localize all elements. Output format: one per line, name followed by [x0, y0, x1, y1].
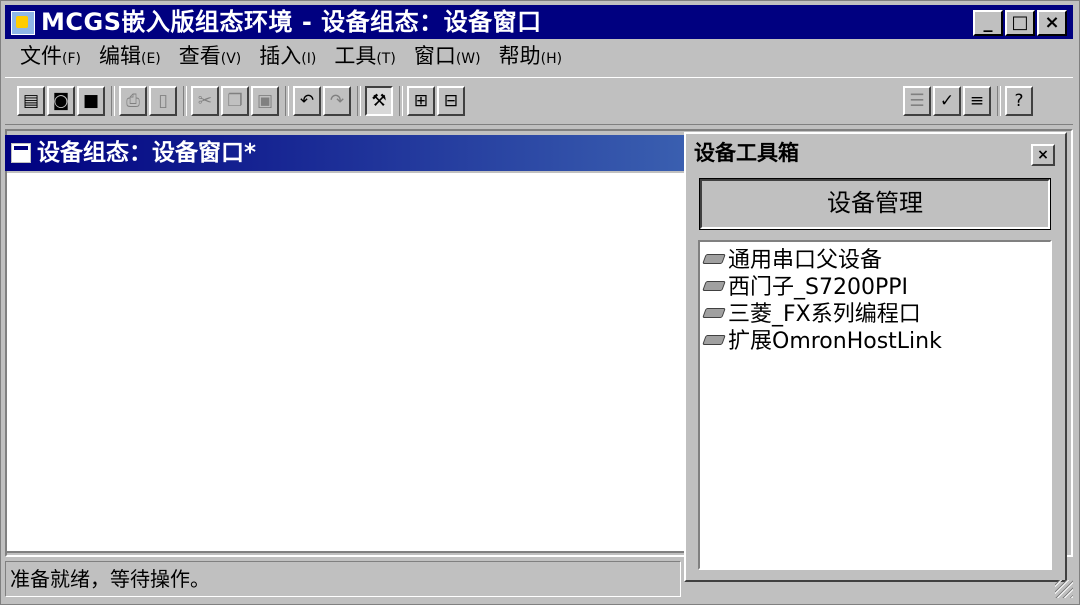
redo-icon[interactable]: ↷ [323, 86, 351, 116]
device-tree2-icon[interactable]: ⊟ [437, 86, 465, 116]
menu-insert[interactable]: 插入(I) [250, 41, 325, 71]
menu-file[interactable]: 文件(F) [11, 41, 90, 71]
paste-icon[interactable]: ▣ [251, 86, 279, 116]
device-item[interactable]: 西门子_S7200PPI [702, 271, 908, 300]
toolbar-separator [357, 86, 361, 116]
toolbar: ▤ ◙ ■ ⎙ ▯ ✂ ❐ ▣ ↶ ↷ ⚒ ⊞ ⊟ ☰ ✓ ≡ ? [5, 77, 1073, 125]
print-icon[interactable]: ⎙ [119, 86, 147, 116]
toolbar-separator [183, 86, 187, 116]
properties-icon[interactable]: ☰ [903, 86, 931, 116]
device-manage-button[interactable]: 设备管理 [699, 178, 1051, 230]
device-icon [702, 332, 726, 346]
app-icon[interactable] [11, 11, 35, 35]
status-bar: 准备就绪，等待操作。 [5, 561, 681, 597]
print-preview-icon[interactable]: ▯ [149, 86, 177, 116]
device-window-titlebar[interactable]: 设备组态：设备窗口* [5, 135, 685, 171]
window-title: MCGS嵌入版组态环境 - 设备组态：设备窗口 [41, 8, 542, 36]
device-list: 通用串口父设备 西门子_S7200PPI 三菱_FX系列编程口 扩展OmronH… [698, 240, 1052, 570]
save-icon[interactable]: ■ [77, 86, 105, 116]
device-icon [702, 278, 726, 292]
device-icon [702, 251, 726, 265]
menu-tools[interactable]: 工具(T) [325, 41, 404, 71]
device-window-title: 设备组态：设备窗口* [37, 140, 257, 166]
compile-icon[interactable]: ≡ [963, 86, 991, 116]
device-item[interactable]: 通用串口父设备 [702, 244, 882, 273]
child-window-icon[interactable] [11, 143, 31, 163]
device-item[interactable]: 三菱_FX系列编程口 [702, 298, 921, 327]
undo-icon[interactable]: ↶ [293, 86, 321, 116]
status-text: 准备就绪，等待操作。 [10, 567, 210, 591]
toolbar-separator [997, 86, 1001, 116]
copy-icon[interactable]: ❐ [221, 86, 249, 116]
toolbar-separator [111, 86, 115, 116]
close-button[interactable]: × [1037, 10, 1067, 36]
tools-icon[interactable]: ⚒ [365, 86, 393, 116]
check-icon[interactable]: ✓ [933, 86, 961, 116]
resize-grip[interactable] [1055, 580, 1073, 598]
device-icon [702, 305, 726, 319]
device-toolbox-panel: 设备工具箱 × 设备管理 通用串口父设备 西门子_S7200PPI 三菱_FX系… [684, 132, 1067, 582]
window-controls: _ □ × [973, 10, 1067, 36]
device-tree-icon[interactable]: ⊞ [407, 86, 435, 116]
new-icon[interactable]: ▤ [17, 86, 45, 116]
open-icon[interactable]: ◙ [47, 86, 75, 116]
title-bar[interactable]: MCGS嵌入版组态环境 - 设备组态：设备窗口 _ □ × [5, 5, 1073, 39]
help-icon[interactable]: ? [1005, 86, 1033, 116]
menu-view[interactable]: 查看(V) [170, 41, 251, 71]
toolbox-close-button[interactable]: × [1031, 144, 1055, 166]
toolbox-title: 设备工具箱 [694, 141, 799, 165]
maximize-button[interactable]: □ [1005, 10, 1035, 36]
menu-edit[interactable]: 编辑(E) [90, 41, 170, 71]
device-item[interactable]: 扩展OmronHostLink [702, 325, 942, 354]
menu-help[interactable]: 帮助(H) [490, 41, 571, 71]
cut-icon[interactable]: ✂ [191, 86, 219, 116]
menu-window[interactable]: 窗口(W) [405, 41, 490, 71]
toolbar-separator [399, 86, 403, 116]
device-window-canvas[interactable] [7, 173, 687, 553]
minimize-button[interactable]: _ [973, 10, 1003, 36]
menu-bar: 文件(F) 编辑(E) 查看(V) 插入(I) 工具(T) 窗口(W) 帮助(H… [11, 41, 571, 71]
mcgs-app-window: MCGS嵌入版组态环境 - 设备组态：设备窗口 _ □ × 文件(F) 编辑(E… [0, 0, 1080, 605]
toolbar-separator [285, 86, 289, 116]
